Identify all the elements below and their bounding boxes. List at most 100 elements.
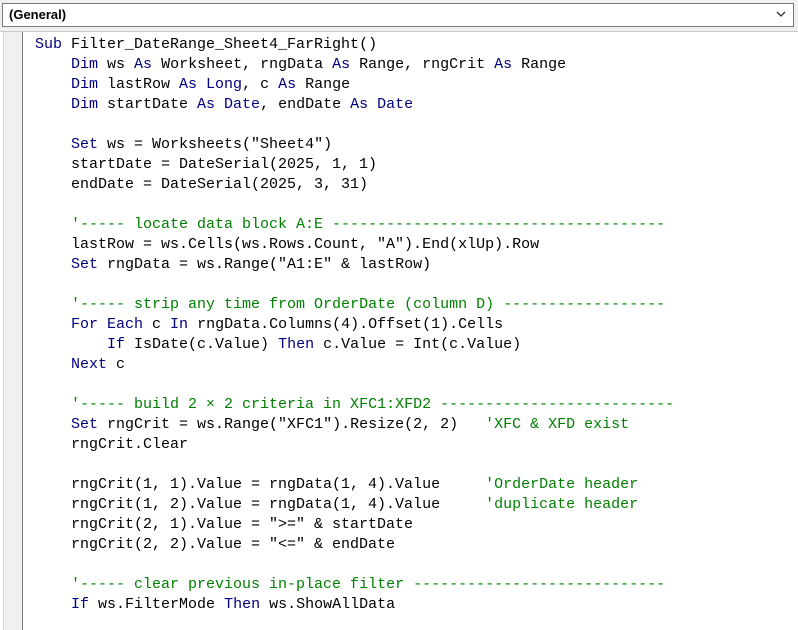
- code-token: c.Value = Int(c.Value): [323, 336, 522, 353]
- code-line[interactable]: rngCrit(1, 2).Value = rngData(1, 4).Valu…: [35, 495, 674, 515]
- code-token: , c: [242, 76, 279, 93]
- code-line[interactable]: rngCrit(1, 1).Value = rngData(1, 4).Valu…: [35, 475, 674, 495]
- code-token: endDate = DateSerial(2025, 3, 31): [35, 176, 369, 193]
- code-line[interactable]: rngCrit(2, 1).Value = ">=" & startDate: [35, 515, 674, 535]
- keyword-token: If: [107, 336, 135, 353]
- code-line[interactable]: [35, 555, 674, 575]
- keyword-token: Then: [278, 336, 324, 353]
- comment-token: 'duplicate header: [485, 496, 639, 513]
- code-line[interactable]: '----- strip any time from OrderDate (co…: [35, 295, 674, 315]
- code-token: rngCrit(1, 2).Value = rngData(1, 4).Valu…: [35, 496, 486, 513]
- code-line[interactable]: Set rngData = ws.Range("A1:E" & lastRow): [35, 255, 674, 275]
- keyword-token: If: [71, 596, 99, 613]
- keyword-token: Next: [71, 356, 117, 373]
- comment-token: '----- strip any time from OrderDate (co…: [71, 296, 666, 313]
- code-line[interactable]: For Each c In rngData.Columns(4).Offset(…: [35, 315, 674, 335]
- code-token: startDate = DateSerial(2025, 1, 1): [35, 156, 378, 173]
- code-line[interactable]: Next c: [35, 355, 674, 375]
- code-line[interactable]: If IsDate(c.Value) Then c.Value = Int(c.…: [35, 335, 674, 355]
- keyword-token: Dim: [71, 56, 108, 73]
- code-line[interactable]: '----- clear previous in-place filter --…: [35, 575, 674, 595]
- code-line[interactable]: If ws.FilterMode Then ws.ShowAllData: [35, 595, 674, 615]
- code-token: Filter_DateRange_Sheet4_FarRight(): [71, 36, 378, 53]
- code-token: rngCrit(2, 1).Value = ">=" & startDate: [35, 516, 414, 533]
- keyword-token: Dim: [71, 96, 108, 113]
- margin-indicator-bar[interactable]: [3, 32, 23, 630]
- keyword-token: Sub: [35, 36, 72, 53]
- comment-token: '----- build 2 × 2 criteria in XFC1:XFD2…: [71, 396, 675, 413]
- comment-token: 'OrderDate header: [485, 476, 639, 493]
- code-token: rngCrit = ws.Range("XFC1").Resize(2, 2): [107, 416, 486, 433]
- code-line[interactable]: rngCrit(2, 2).Value = "<=" & endDate: [35, 535, 674, 555]
- object-procedure-bar: (General): [0, 0, 798, 32]
- code-token: c: [152, 316, 171, 333]
- code-token: ws = Worksheets("Sheet4"): [107, 136, 333, 153]
- code-line[interactable]: Dim startDate As Date, endDate As Date: [35, 95, 674, 115]
- margin-divider: [22, 32, 23, 630]
- code-line[interactable]: [35, 375, 674, 395]
- comment-token: 'XFC & XFD exist: [485, 416, 630, 433]
- keyword-token: Set: [71, 136, 108, 153]
- code-token: ws: [107, 56, 135, 73]
- code-line[interactable]: '----- build 2 × 2 criteria in XFC1:XFD2…: [35, 395, 674, 415]
- comment-token: '----- locate data block A:E -----------…: [71, 216, 666, 233]
- keyword-token: As Date: [197, 96, 261, 113]
- code-token: c: [116, 356, 126, 373]
- procedure-dropdown-value: (General): [9, 7, 67, 22]
- procedure-dropdown[interactable]: (General): [2, 3, 794, 27]
- code-token: Range: [521, 56, 567, 73]
- code-line[interactable]: Set rngCrit = ws.Range("XFC1").Resize(2,…: [35, 415, 674, 435]
- code-token: ws.ShowAllData: [269, 596, 396, 613]
- code-token: rngCrit(1, 1).Value = rngData(1, 4).Valu…: [35, 476, 486, 493]
- code-token: ws.FilterMode: [98, 596, 225, 613]
- code-line[interactable]: Sub Filter_DateRange_Sheet4_FarRight(): [35, 35, 674, 55]
- code-token: rngData.Columns(4).Offset(1).Cells: [197, 316, 504, 333]
- code-token: IsDate(c.Value): [134, 336, 279, 353]
- code-line[interactable]: [35, 195, 674, 215]
- code-token: Worksheet, rngData: [161, 56, 333, 73]
- code-line[interactable]: lastRow = ws.Cells(ws.Rows.Count, "A").E…: [35, 235, 674, 255]
- code-token: rngData = ws.Range("A1:E" & lastRow): [107, 256, 432, 273]
- code-editor[interactable]: Sub Filter_DateRange_Sheet4_FarRight() D…: [35, 35, 674, 615]
- keyword-token: Dim: [71, 76, 108, 93]
- code-token: Range, rngCrit: [359, 56, 495, 73]
- code-line[interactable]: Set ws = Worksheets("Sheet4"): [35, 135, 674, 155]
- keyword-token: Set: [71, 416, 108, 433]
- code-token: Range: [305, 76, 351, 93]
- keyword-token: For Each: [71, 316, 153, 333]
- keyword-token: Set: [71, 256, 108, 273]
- keyword-token: As: [134, 56, 162, 73]
- code-line[interactable]: [35, 455, 674, 475]
- code-line[interactable]: startDate = DateSerial(2025, 1, 1): [35, 155, 674, 175]
- code-line[interactable]: '----- locate data block A:E -----------…: [35, 215, 674, 235]
- chevron-down-icon[interactable]: [775, 8, 787, 20]
- code-token: rngCrit.Clear: [35, 436, 189, 453]
- code-line[interactable]: [35, 115, 674, 135]
- code-line[interactable]: rngCrit.Clear: [35, 435, 674, 455]
- keyword-token: Then: [224, 596, 270, 613]
- code-line[interactable]: Dim lastRow As Long, c As Range: [35, 75, 674, 95]
- keyword-token: As Date: [350, 96, 414, 113]
- code-window[interactable]: Sub Filter_DateRange_Sheet4_FarRight() D…: [0, 31, 798, 630]
- keyword-token: In: [170, 316, 198, 333]
- code-line[interactable]: [35, 275, 674, 295]
- keyword-token: As: [278, 76, 306, 93]
- keyword-token: As Long: [179, 76, 243, 93]
- code-token: lastRow = ws.Cells(ws.Rows.Count, "A").E…: [35, 236, 540, 253]
- code-line[interactable]: endDate = DateSerial(2025, 3, 31): [35, 175, 674, 195]
- code-line[interactable]: Dim ws As Worksheet, rngData As Range, r…: [35, 55, 674, 75]
- code-token: rngCrit(2, 2).Value = "<=" & endDate: [35, 536, 396, 553]
